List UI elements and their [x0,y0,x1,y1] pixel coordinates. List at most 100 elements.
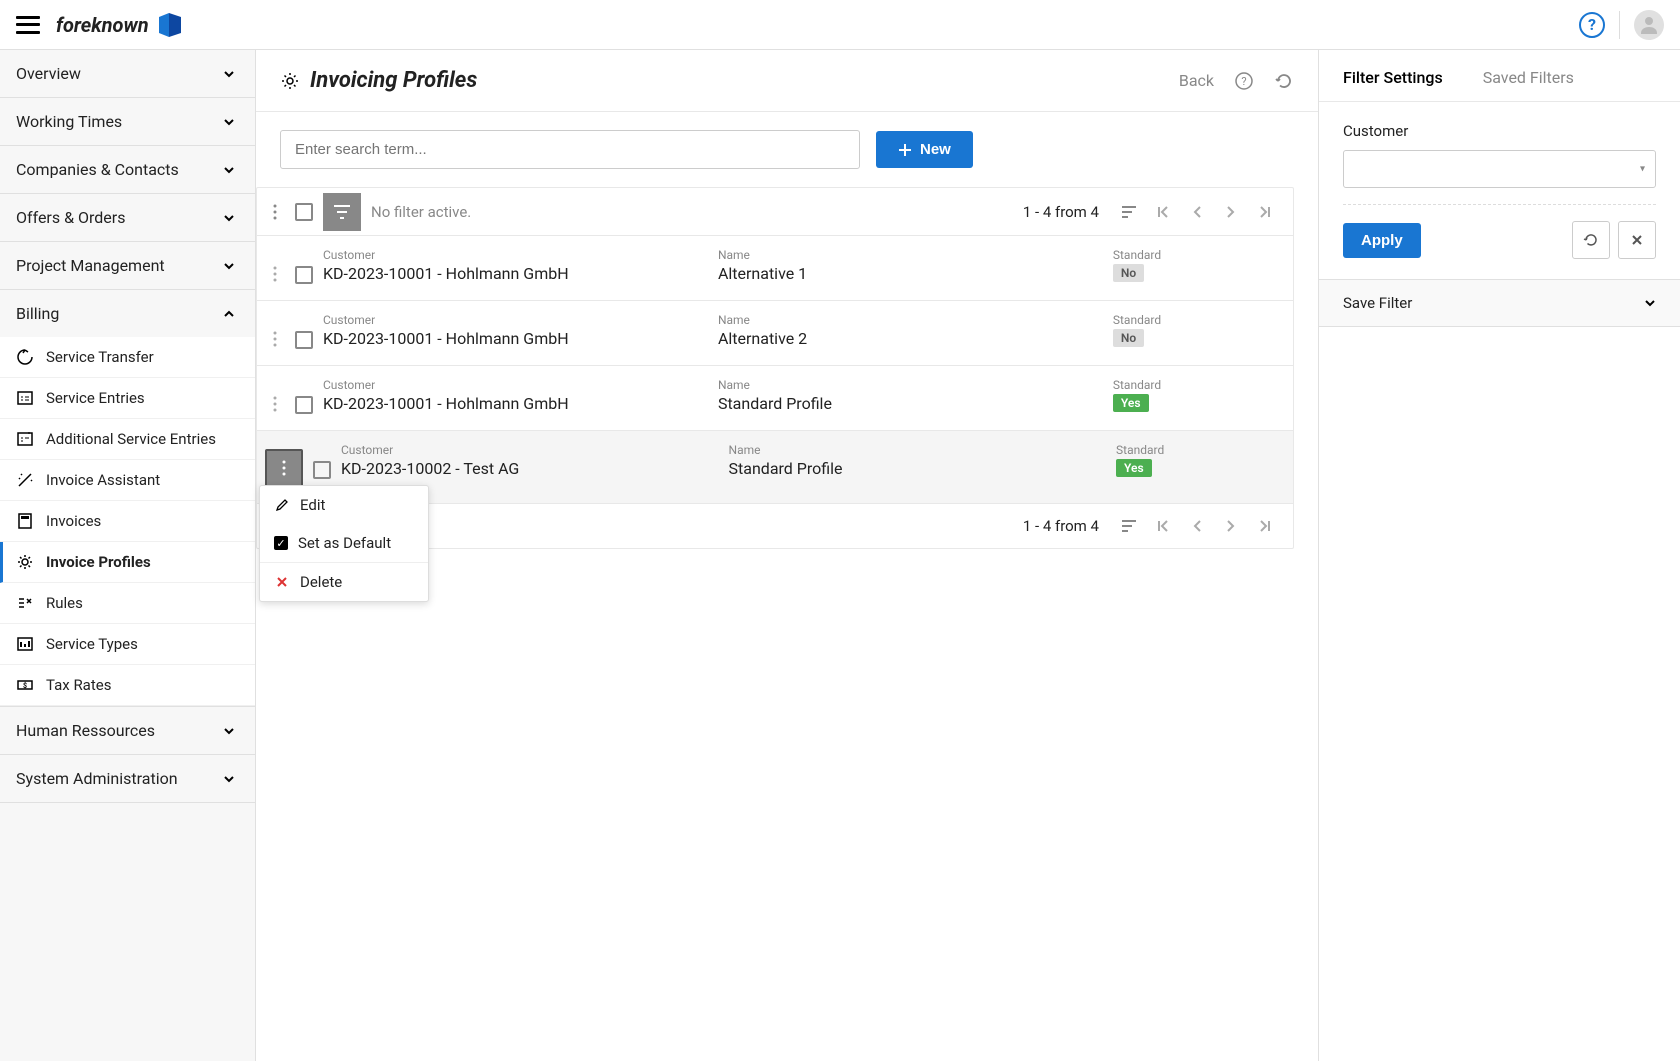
col-value-customer: KD-2023-10002 - Test AG [341,459,717,478]
sidebar-item-additional-entries[interactable]: Additional Service Entries [0,419,255,460]
last-page-icon[interactable] [1253,514,1277,538]
pagination-text-bottom: 1 - 4 from 4 [1023,517,1099,535]
apply-button[interactable]: Apply [1343,223,1421,258]
sidebar-item-invoices[interactable]: Invoices [0,501,255,542]
row-kebab-icon[interactable] [265,313,285,347]
divider [1343,204,1656,205]
col-label-name: Name [718,313,1101,327]
filter-status-text: No filter active. [371,203,471,221]
sidebar-section-billing[interactable]: Billing [0,290,255,337]
chevron-down-icon [223,773,235,785]
row-kebab-icon[interactable] [265,378,285,412]
list-row[interactable]: CustomerKD-2023-10001 - Hohlmann GmbH Na… [257,301,1293,366]
chevron-down-icon [223,260,235,272]
context-edit[interactable]: Edit [260,486,428,524]
col-value-name: Standard Profile [718,394,1101,413]
new-button[interactable]: New [876,131,973,168]
sidebar-section-offers[interactable]: Offers & Orders [0,194,255,241]
col-value-customer: KD-2023-10001 - Hohlmann GmbH [323,394,706,413]
brand-text: foreknown [56,13,149,37]
calculator-icon [16,512,34,530]
page-title: Invoicing Profiles [280,68,477,93]
row-checkbox[interactable] [313,461,331,479]
sort-icon[interactable] [1117,514,1141,538]
save-filter-toggle[interactable]: Save Filter [1319,280,1680,326]
toolbar: New [256,112,1318,187]
status-badge: Yes [1113,394,1149,412]
tab-filter-settings[interactable]: Filter Settings [1343,68,1443,87]
context-set-default[interactable]: ✓Set as Default [260,524,428,562]
menu-toggle-icon[interactable] [16,16,40,34]
row-checkbox[interactable] [295,331,313,349]
reset-filter-icon[interactable] [1572,221,1610,259]
row-checkbox[interactable] [295,266,313,284]
chevron-down-icon [223,68,235,80]
col-value-name: Alternative 1 [718,264,1101,283]
list-row[interactable]: CustomerKD-2023-10002 - Test AG NameStan… [257,431,1293,504]
next-page-icon[interactable] [1219,514,1243,538]
select-all-checkbox[interactable] [295,203,313,221]
col-value-customer: KD-2023-10001 - Hohlmann GmbH [323,329,706,348]
sidebar-section-project-mgmt[interactable]: Project Management [0,242,255,289]
gear-icon [16,553,34,571]
filter-customer-select[interactable] [1343,150,1656,188]
search-input[interactable] [280,130,860,169]
first-page-icon[interactable] [1151,200,1175,224]
col-value-name: Alternative 2 [718,329,1101,348]
sidebar-section-companies[interactable]: Companies & Contacts [0,146,255,193]
sidebar-section-working-times[interactable]: Working Times [0,98,255,145]
divider [1619,11,1620,39]
sidebar-section-hr[interactable]: Human Ressources [0,707,255,754]
sidebar-item-service-transfer[interactable]: Service Transfer [0,337,255,378]
row-checkbox[interactable] [295,396,313,414]
sort-icon[interactable] [1117,200,1141,224]
user-avatar[interactable] [1634,10,1664,40]
sidebar-item-service-entries[interactable]: Service Entries [0,378,255,419]
tab-saved-filters[interactable]: Saved Filters [1483,68,1574,87]
next-page-icon[interactable] [1219,200,1243,224]
list-row[interactable]: CustomerKD-2023-10001 - Hohlmann GmbH Na… [257,366,1293,431]
context-menu: Edit ✓Set as Default Delete [259,485,429,602]
row-kebab-icon[interactable] [265,248,285,282]
list-kebab-icon[interactable] [265,196,285,228]
status-badge: Yes [1116,459,1152,477]
sidebar-item-rules[interactable]: Rules [0,583,255,624]
sidebar-item-invoice-profiles[interactable]: Invoice Profiles [0,542,255,583]
plus-icon [898,143,912,157]
list-row[interactable]: CustomerKD-2023-10001 - Hohlmann GmbH Na… [257,236,1293,301]
col-label-standard: Standard [1113,248,1277,262]
sidebar-section-overview[interactable]: Overview [0,50,255,97]
status-badge: No [1113,264,1144,282]
sidebar-item-invoice-assistant[interactable]: Invoice Assistant [0,460,255,501]
chevron-down-icon [223,116,235,128]
col-label-standard: Standard [1116,443,1277,457]
sidebar-item-tax-rates[interactable]: $Tax Rates [0,665,255,706]
first-page-icon[interactable] [1151,514,1175,538]
refresh-icon[interactable] [1274,71,1294,91]
prev-page-icon[interactable] [1185,200,1209,224]
entries-plus-icon [16,430,34,448]
help-icon[interactable]: ? [1579,12,1605,38]
chevron-down-icon [1644,297,1656,309]
brand-logo-icon [155,13,183,37]
wand-icon [16,471,34,489]
context-delete[interactable]: Delete [260,563,428,601]
sidebar-item-service-types[interactable]: Service Types [0,624,255,665]
chevron-up-icon [223,308,235,320]
clear-filter-icon[interactable] [1618,221,1656,259]
row-kebab-icon[interactable] [265,449,303,487]
status-badge: No [1113,329,1144,347]
sidebar: Overview Working Times Companies & Conta… [0,50,256,1061]
last-page-icon[interactable] [1253,200,1277,224]
help-circle-icon[interactable]: ? [1234,71,1254,91]
prev-page-icon[interactable] [1185,514,1209,538]
pencil-icon [274,497,290,513]
back-link[interactable]: Back [1179,71,1214,90]
sidebar-section-sysadmin[interactable]: System Administration [0,755,255,802]
col-label-standard: Standard [1113,313,1277,327]
col-label-customer: Customer [341,443,717,457]
brand: foreknown [56,13,183,37]
close-icon [274,574,290,590]
filter-button[interactable] [323,193,361,231]
filter-panel: Filter Settings Saved Filters Customer A… [1318,50,1680,1061]
